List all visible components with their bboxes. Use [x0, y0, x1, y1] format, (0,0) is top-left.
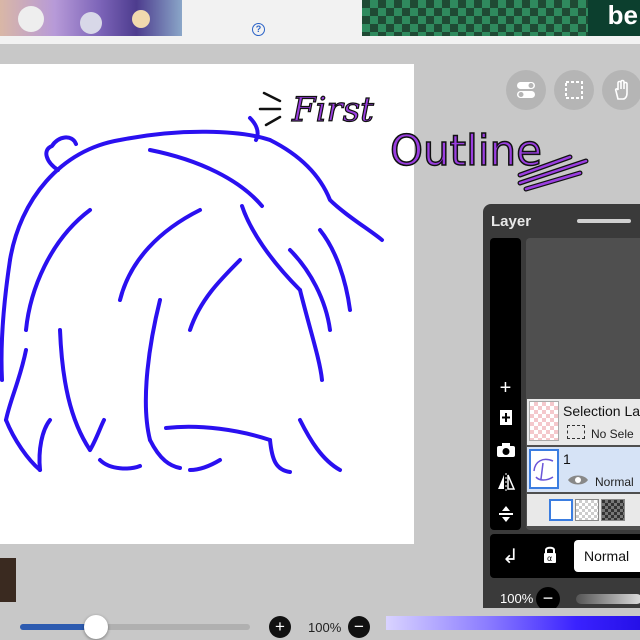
zoom-level: 100% [308, 620, 342, 635]
ad-image-left[interactable] [0, 0, 182, 36]
selection-icon [565, 81, 583, 99]
layer-name: 1 [563, 451, 571, 467]
hand-icon [614, 79, 628, 100]
layer-panel-title: Layer [491, 213, 532, 230]
opacity-slider[interactable] [576, 594, 640, 604]
layer-row-1[interactable]: 1 Normal [527, 447, 640, 492]
toggle-icon [517, 82, 535, 98]
flip-icon[interactable] [490, 468, 521, 496]
layer-status: No Sele [591, 427, 634, 441]
opacity-label: 100% [500, 591, 534, 606]
alpha-lock-icon[interactable]: α [542, 546, 558, 564]
svg-text:α: α [547, 554, 552, 563]
top-banner: ? be [0, 0, 640, 44]
paper-dark-swatch[interactable] [601, 499, 625, 521]
layer-thumbnail [529, 401, 559, 441]
paper-color-row [527, 494, 640, 526]
annotation-outline: Outline [390, 126, 542, 175]
blend-mode-select[interactable]: Normal [574, 540, 640, 572]
plus-icon[interactable]: + [490, 374, 521, 402]
hand-button[interactable] [602, 70, 640, 110]
selection-button[interactable] [554, 70, 594, 110]
layer-name: Selection La [563, 403, 640, 419]
paper-white-swatch[interactable] [549, 499, 573, 521]
toggle-button[interactable] [506, 70, 546, 110]
zoom-in-button[interactable]: + [269, 616, 291, 638]
layer-row-selection[interactable]: Selection La No Sele [527, 399, 640, 445]
paper-transparent-swatch[interactable] [575, 499, 599, 521]
selection-status-icon [567, 425, 585, 439]
ad-text: be [607, 0, 638, 30]
merge-down-icon[interactable] [490, 500, 521, 528]
layer-side-toolbar: + [490, 238, 521, 530]
annotation-first: First [291, 90, 374, 130]
layer-thumbnail [529, 449, 559, 489]
color-gradient-strip[interactable] [386, 616, 640, 630]
zoom-out-button[interactable]: − [348, 616, 370, 638]
corner-photo [0, 558, 16, 602]
layer-panel: Layer + Selection La No Sele 1 Normal ↲ … [483, 204, 640, 624]
add-layer-icon[interactable] [490, 404, 521, 432]
ad-image-right[interactable]: be [362, 0, 640, 36]
panel-drag-handle[interactable] [577, 219, 631, 223]
visibility-eye-icon[interactable] [567, 473, 589, 487]
layer-blend-mode: Normal [595, 475, 634, 489]
camera-icon[interactable] [490, 436, 521, 464]
help-icon[interactable]: ? [252, 23, 265, 36]
brush-size-slider[interactable] [20, 624, 250, 630]
brush-size-thumb[interactable] [83, 615, 108, 639]
blend-mode-bar: ↲ α Normal [490, 534, 640, 578]
clipping-arrow-icon[interactable]: ↲ [502, 544, 519, 569]
